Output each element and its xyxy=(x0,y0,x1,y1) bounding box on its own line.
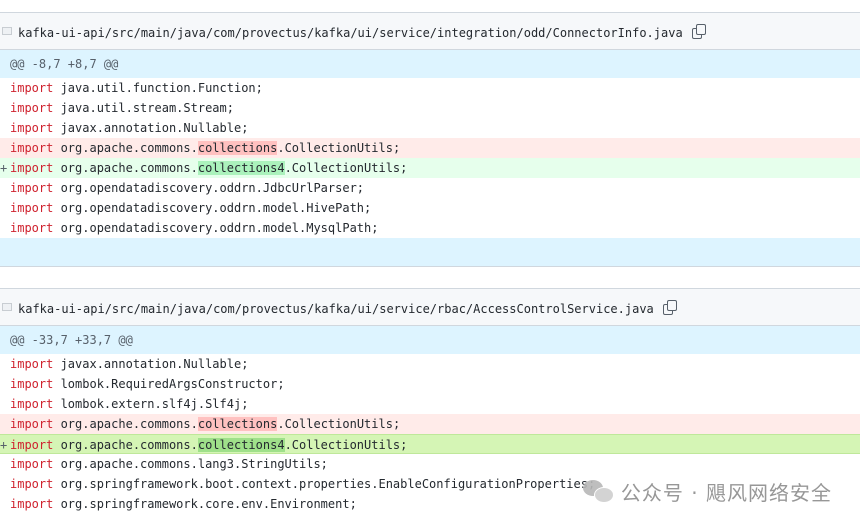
keyword: import xyxy=(10,417,54,431)
diff-line: import org.apache.commons.collections.Co… xyxy=(0,138,860,158)
collapse-toggle[interactable] xyxy=(2,303,12,311)
keyword: import xyxy=(10,221,54,235)
diff-marker: + xyxy=(0,438,8,452)
divider xyxy=(0,266,860,267)
diff-line: import org.opendatadiscovery.oddrn.JdbcU… xyxy=(0,178,860,198)
diff-line: import org.opendatadiscovery.oddrn.model… xyxy=(0,198,860,218)
changed-token: collections xyxy=(197,141,278,155)
code-text: org.apache.commons. xyxy=(53,141,198,155)
copy-icon[interactable] xyxy=(662,300,678,316)
code-text: .CollectionUtils; xyxy=(277,141,401,155)
code-text: .CollectionUtils; xyxy=(284,161,408,175)
hunk-header: @@ -33,7 +33,7 @@ xyxy=(0,326,860,354)
file-header: kafka-ui-api/src/main/java/com/provectus… xyxy=(0,12,860,50)
keyword: import xyxy=(10,201,54,215)
file-path: kafka-ui-api/src/main/java/com/provectus… xyxy=(18,24,707,40)
diff-line: import lombok.extern.slf4j.Slf4j; xyxy=(0,394,860,414)
keyword: import xyxy=(10,357,54,371)
keyword: import xyxy=(10,101,54,115)
diff-line: import java.util.stream.Stream; xyxy=(0,98,860,118)
diff-line: import org.apache.commons.collections.Co… xyxy=(0,414,860,434)
keyword: import xyxy=(10,438,54,452)
hunk-header: @@ -8,7 +8,7 @@ xyxy=(0,50,860,78)
keyword: import xyxy=(10,81,54,95)
code-text: org.apache.commons. xyxy=(53,417,198,431)
copy-icon[interactable] xyxy=(691,24,707,40)
code-text: org.springframework.boot.context.propert… xyxy=(53,477,596,491)
code-text: org.opendatadiscovery.oddrn.model.HivePa… xyxy=(53,201,372,215)
diff-line: import lombok.RequiredArgsConstructor; xyxy=(0,374,860,394)
keyword: import xyxy=(10,377,54,391)
diff-line: import javax.annotation.Nullable; xyxy=(0,118,860,138)
keyword: import xyxy=(10,181,54,195)
code-text: lombok.extern.slf4j.Slf4j; xyxy=(53,397,249,411)
file-header: kafka-ui-api/src/main/java/com/provectus… xyxy=(0,288,860,326)
collapse-toggle[interactable] xyxy=(2,27,12,35)
expand-lines-button[interactable] xyxy=(0,238,860,266)
keyword: import xyxy=(10,397,54,411)
diff-line: import org.opendatadiscovery.oddrn.model… xyxy=(0,218,860,238)
diff-line: import javax.annotation.Nullable; xyxy=(0,354,860,374)
keyword: import xyxy=(10,161,54,175)
keyword: import xyxy=(10,477,54,491)
diff-lines: import java.util.function.Function; impor… xyxy=(0,78,860,238)
file-path: kafka-ui-api/src/main/java/com/provectus… xyxy=(18,300,678,316)
wechat-icon xyxy=(582,478,615,504)
code-text: java.util.function.Function; xyxy=(53,81,263,95)
code-text: .CollectionUtils; xyxy=(277,417,401,431)
keyword: import xyxy=(10,457,54,471)
code-text: org.apache.commons. xyxy=(53,438,198,452)
code-text: javax.annotation.Nullable; xyxy=(53,121,249,135)
changed-token: collections4 xyxy=(197,438,285,452)
keyword: import xyxy=(10,141,54,155)
code-text: org.opendatadiscovery.oddrn.model.MysqlP… xyxy=(53,221,379,235)
diff-line: + import org.apache.commons.collections4.… xyxy=(0,434,860,454)
diff-marker: + xyxy=(0,161,8,175)
diff-line: import org.apache.commons.lang3.StringUt… xyxy=(0,454,860,474)
code-text: org.springframework.core.env.Environment… xyxy=(53,497,357,511)
code-text: lombok.RequiredArgsConstructor; xyxy=(53,377,285,391)
code-text: org.apache.commons. xyxy=(53,161,198,175)
diff-line: import java.util.function.Function; xyxy=(0,78,860,98)
watermark: 公众号 · 飓风网络安全 xyxy=(582,476,832,506)
changed-token: collections4 xyxy=(197,161,285,175)
code-text: org.opendatadiscovery.oddrn.JdbcUrlParse… xyxy=(53,181,365,195)
code-text: .CollectionUtils; xyxy=(284,438,408,452)
diff-line: + import org.apache.commons.collections4.… xyxy=(0,158,860,178)
keyword: import xyxy=(10,497,54,511)
code-text: org.apache.commons.lang3.StringUtils; xyxy=(53,457,328,471)
watermark-text: 公众号 · 飓风网络安全 xyxy=(620,480,832,505)
code-text: java.util.stream.Stream; xyxy=(53,101,234,115)
code-text: javax.annotation.Nullable; xyxy=(53,357,249,371)
keyword: import xyxy=(10,121,54,135)
changed-token: collections xyxy=(197,417,278,431)
diff-file-1: kafka-ui-api/src/main/java/com/provectus… xyxy=(0,12,860,267)
